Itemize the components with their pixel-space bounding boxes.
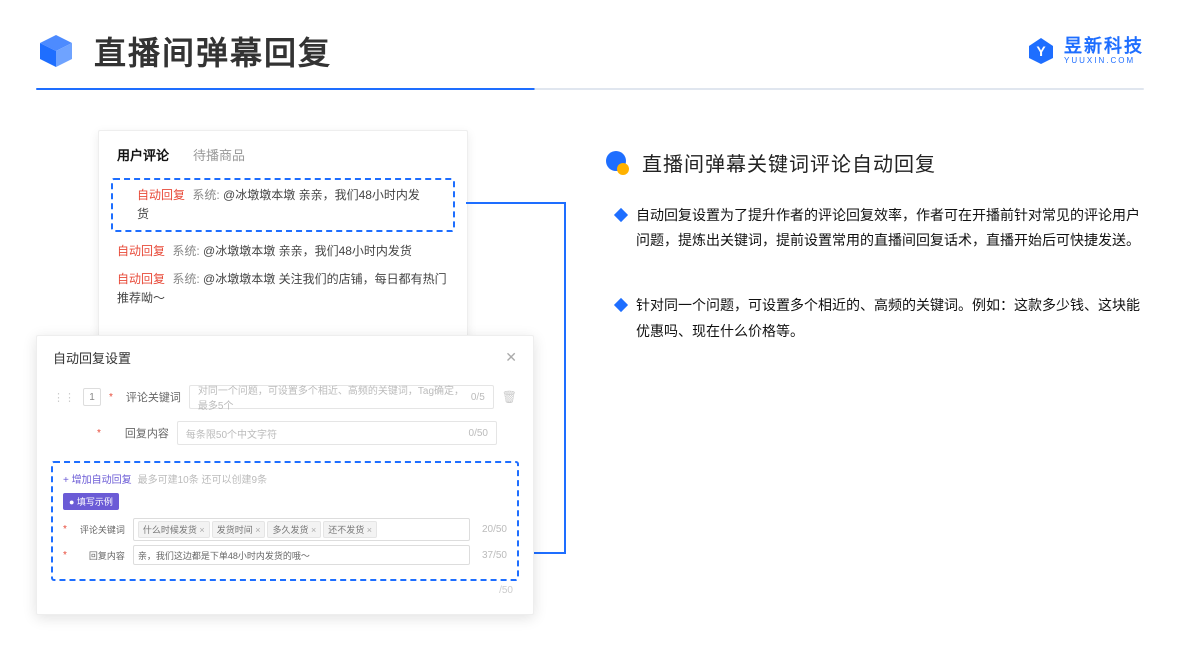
- section-title: 直播间弹幕关键词评论自动回复: [642, 148, 936, 177]
- add-auto-reply-link[interactable]: + 增加自动回复: [63, 471, 132, 486]
- rule-index: 1: [83, 388, 101, 406]
- ex-reply-input[interactable]: 亲，我们这边都是下单48小时内发货的哦～: [133, 545, 470, 565]
- label-reply: 回复内容: [109, 425, 169, 441]
- bullet-item: 针对同一个问题，可设置多个相近的、高频的关键词。例如：这款多少钱、这块能优惠吗、…: [616, 293, 1144, 343]
- keyword-tag[interactable]: 什么时候发货: [138, 521, 210, 538]
- keyword-tag[interactable]: 还不发货: [323, 521, 377, 538]
- comment-text: @冰墩墩本墩 关注我们的店铺，每日都有热门推荐呦～: [117, 272, 447, 305]
- brand-logo: Y 昱新科技 YUUXIN.COM: [1026, 36, 1144, 66]
- system-label: 系统:: [172, 244, 199, 258]
- system-label: 系统:: [172, 272, 199, 286]
- settings-title: 自动回复设置: [53, 348, 131, 367]
- bullet-item: 自动回复设置为了提升作者的评论回复效率，作者可在开播前针对常见的评论用户问题，提…: [616, 203, 1144, 253]
- connector-line: [466, 202, 566, 204]
- section-icon: [604, 150, 630, 176]
- keyword-input[interactable]: 对同一个问题，可设置多个相近、高频的关键词，Tag确定，最多5个 0/5: [189, 385, 494, 409]
- reply-count: 0/50: [469, 428, 488, 439]
- auto-reply-tag: 自动回复: [117, 244, 165, 258]
- tab-user-comments[interactable]: 用户评论: [117, 145, 169, 164]
- keyword-tag[interactable]: 发货时间: [212, 521, 266, 538]
- ex-keyword-input[interactable]: 什么时候发货发货时间多久发货还不发货: [133, 518, 470, 541]
- brand-icon: Y: [1026, 36, 1056, 66]
- highlighted-comment: 自动回复 系统: @冰墩墩本墩 亲亲，我们48小时内发货: [111, 178, 455, 232]
- label-keyword: 评论关键词: [121, 389, 181, 405]
- auto-reply-tag: 自动回复: [117, 272, 165, 286]
- keyword-tag[interactable]: 多久发货: [267, 521, 321, 538]
- ex-reply-count: 37/50: [482, 550, 507, 561]
- page-title: 直播间弹幕回复: [94, 28, 332, 74]
- bullet-text: 自动回复设置为了提升作者的评论回复效率，作者可在开播前针对常见的评论用户问题，提…: [636, 203, 1144, 253]
- example-box: + 增加自动回复 最多可建10条 还可以创建9条 ● 填写示例 * 评论关键词 …: [51, 461, 519, 581]
- tab-pending-goods[interactable]: 待播商品: [193, 145, 245, 164]
- brand-name: 昱新科技: [1064, 37, 1144, 57]
- diamond-icon: [614, 208, 628, 222]
- auto-reply-tag: 自动回复: [137, 188, 185, 202]
- system-label: 系统:: [192, 188, 219, 202]
- add-hint: 最多可建10条 还可以创建9条: [138, 471, 267, 486]
- comments-card: 用户评论 待播商品 自动回复 系统: @冰墩墩本墩 亲亲，我们48小时内发货 自…: [98, 130, 468, 360]
- brand-sub: YUUXIN.COM: [1064, 57, 1144, 66]
- ex-kw-count: 20/50: [482, 524, 507, 535]
- outer-count: /50: [37, 581, 533, 596]
- ex-label-keyword: 评论关键词: [75, 523, 125, 536]
- svg-text:Y: Y: [1036, 43, 1046, 59]
- keyword-count: 0/5: [471, 392, 485, 403]
- example-badge: ● 填写示例: [63, 493, 119, 510]
- bullet-text: 针对同一个问题，可设置多个相近的、高频的关键词。例如：这款多少钱、这块能优惠吗、…: [636, 293, 1144, 343]
- connector-line: [534, 552, 564, 554]
- auto-reply-settings-card: 自动回复设置 ✕ ⋮⋮ 1 * 评论关键词 对同一个问题，可设置多个相近、高频的…: [36, 335, 534, 615]
- cube-icon: [36, 31, 76, 71]
- comment-text: @冰墩墩本墩 亲亲，我们48小时内发货: [203, 244, 412, 258]
- diamond-icon: [614, 298, 628, 312]
- reply-input[interactable]: 每条限50个中文字符 0/50: [177, 421, 497, 445]
- close-icon[interactable]: ✕: [505, 349, 517, 366]
- ex-label-reply: 回复内容: [75, 549, 125, 562]
- connector-line: [564, 202, 566, 554]
- delete-icon[interactable]: 🗑: [502, 390, 517, 404]
